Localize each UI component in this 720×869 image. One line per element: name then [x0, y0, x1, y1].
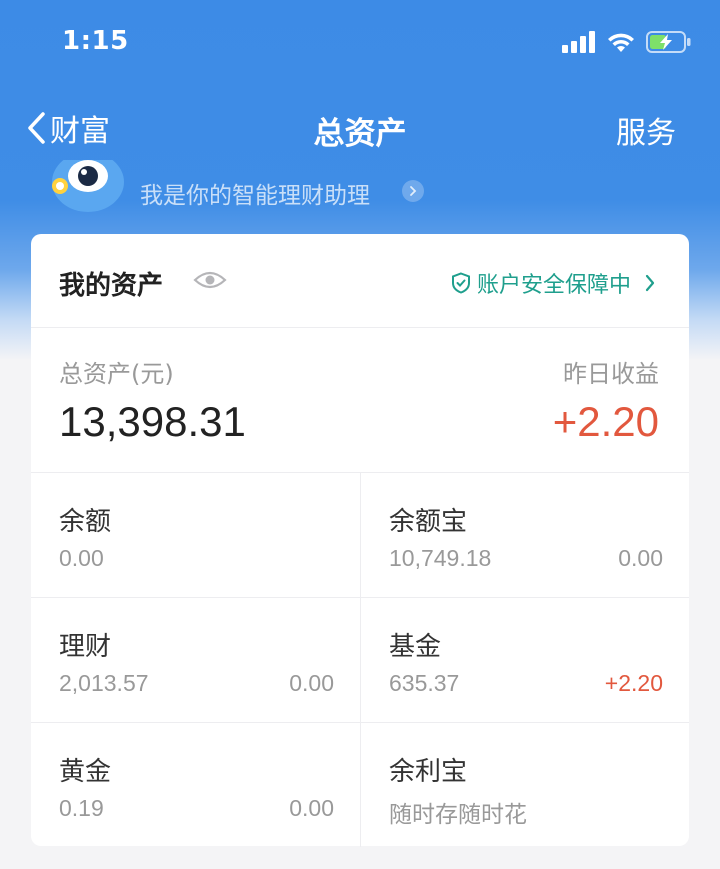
shield-icon: [451, 272, 470, 294]
asset-item-gold[interactable]: 黄金 0.19 0.00: [31, 722, 360, 847]
asset-yield: 0.00: [289, 670, 334, 696]
asset-amount: 0.19: [59, 795, 104, 821]
asset-name: 基金: [389, 632, 442, 662]
asset-name: 理财: [59, 632, 112, 662]
nav-bar: 财富 总资产 服务: [0, 100, 720, 156]
battery-charging-icon: [646, 31, 691, 53]
asset-amount: 2,013.57: [59, 670, 149, 696]
chevron-right-icon: [402, 180, 424, 202]
asset-amount: 10,749.18: [389, 545, 492, 571]
yesterday-yield-label: 昨日收益: [563, 360, 659, 388]
assistant-banner[interactable]: 我是你的智能理财助理: [40, 160, 460, 216]
asset-item-balance[interactable]: 余额 0.00: [31, 472, 360, 597]
asset-item-fund[interactable]: 基金 635.37 +2.20: [360, 597, 689, 722]
asset-name: 余额: [59, 507, 112, 537]
asset-item-yulibao[interactable]: 余利宝 随时存随时花: [360, 722, 689, 847]
wifi-icon: [608, 33, 634, 52]
asset-card: 我的资产 账户安全保障中 总资产(元) 13,398.31 昨日收益 +2.20…: [31, 234, 689, 847]
asset-item-wealth[interactable]: 理财 2,013.57 0.00: [31, 597, 360, 722]
signal-icon: [562, 31, 595, 53]
total-assets-label: 总资产(元): [59, 360, 174, 388]
total-assets-value: 13,398.31: [59, 398, 246, 445]
status-icons: [562, 30, 692, 54]
asset-yield: +2.20: [604, 670, 663, 696]
chevron-right-icon: [645, 274, 655, 292]
asset-name: 余额宝: [389, 507, 468, 537]
yesterday-yield-value[interactable]: +2.20: [553, 398, 659, 446]
security-link[interactable]: 账户安全保障中: [451, 267, 657, 299]
asset-yield: 0.00: [618, 545, 663, 571]
asset-grid: 余额 0.00 余额宝 10,749.18 0.00 理财 2,013.57 0…: [31, 472, 689, 847]
asset-card-header: 我的资产 账户安全保障中: [31, 234, 689, 328]
status-bar: 1:15: [0, 0, 720, 90]
asset-name: 余利宝: [389, 757, 468, 787]
asset-amount: 随时存随时花: [389, 801, 527, 827]
security-label: 账户安全保障中: [476, 273, 631, 298]
asset-yield: 0.00: [289, 795, 334, 821]
service-button[interactable]: 服务: [616, 108, 676, 152]
status-time: 1:15: [62, 26, 129, 56]
page-title: 总资产: [313, 116, 407, 152]
eye-icon[interactable]: [193, 268, 227, 292]
assistant-text: 我是你的智能理财助理: [140, 183, 370, 209]
assistant-mascot-icon: [52, 160, 124, 212]
asset-amount: 635.37: [389, 670, 460, 696]
card-title: 我的资产: [59, 271, 164, 301]
asset-item-yuebao[interactable]: 余额宝 10,749.18 0.00: [360, 472, 689, 597]
asset-name: 黄金: [59, 757, 112, 787]
asset-amount: 0.00: [59, 545, 104, 571]
